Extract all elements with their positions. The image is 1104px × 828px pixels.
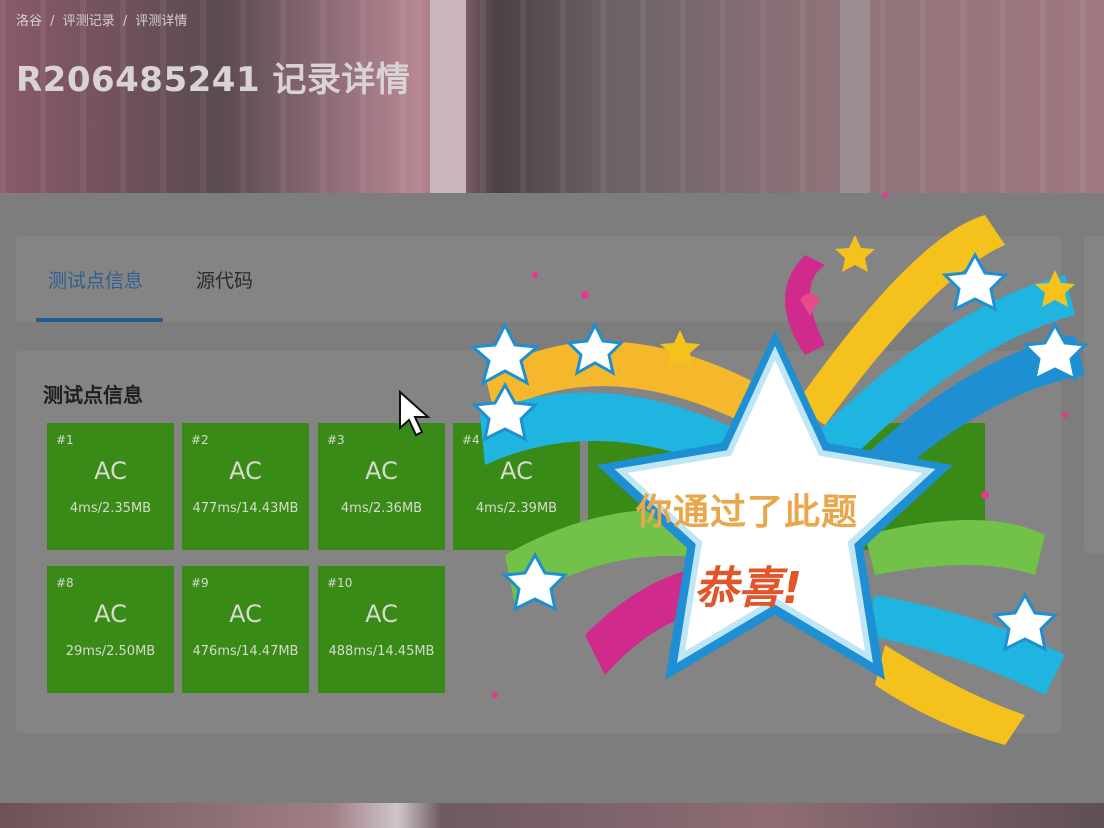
active-tab-indicator — [36, 318, 163, 322]
test-tile[interactable]: #8 AC 29ms/2.50MB — [47, 566, 174, 693]
test-usage: 29ms/2.50MB — [65, 644, 156, 659]
page-title: R206485241 记录详情 — [16, 60, 411, 100]
test-status: AC — [365, 457, 398, 485]
celebration-line2: 恭喜! — [694, 563, 803, 614]
tab-source-code[interactable]: 源代码 — [196, 266, 253, 293]
test-index: #10 — [327, 576, 353, 590]
breadcrumb: 洛谷 / 评测记录 / 评测详情 — [16, 10, 191, 29]
celebration-line1: 你通过了此题 — [636, 492, 859, 533]
test-status: AC — [229, 457, 262, 485]
test-tile[interactable]: #9 AC 476ms/14.47MB — [182, 566, 309, 693]
banner-light-stripe — [430, 0, 466, 193]
test-index: #3 — [327, 433, 345, 447]
test-status: AC — [229, 600, 262, 628]
test-status: AC — [365, 600, 398, 628]
test-tile[interactable]: #2 AC 477ms/14.43MB — [182, 423, 309, 550]
banner-light-stripe-2 — [840, 0, 870, 193]
test-index: #8 — [56, 576, 74, 590]
mouse-cursor-icon — [398, 389, 434, 442]
test-usage: 4ms/2.35MB — [69, 501, 152, 516]
breadcrumb-detail: 评测详情 — [135, 14, 188, 29]
breadcrumb-luogu[interactable]: 洛谷 — [16, 14, 42, 29]
test-status: AC — [94, 600, 127, 628]
footer-banner-strip — [0, 803, 1104, 828]
test-tile[interactable]: #3 AC 4ms/2.36MB — [318, 423, 445, 550]
test-status: AC — [94, 457, 127, 485]
test-tile[interactable]: #1 AC 4ms/2.35MB — [47, 423, 174, 550]
test-usage: 476ms/14.47MB — [192, 644, 299, 659]
breadcrumb-records[interactable]: 评测记录 — [63, 14, 115, 29]
test-usage: 477ms/14.43MB — [192, 501, 299, 516]
test-usage: 4ms/2.36MB — [340, 501, 423, 516]
test-usage: 488ms/14.45MB — [328, 644, 435, 659]
celebration-overlay[interactable] — [465, 175, 1104, 755]
section-title: 测试点信息 — [43, 383, 143, 407]
breadcrumb-sep: / — [122, 14, 128, 29]
test-tile[interactable]: #10 AC 488ms/14.45MB — [318, 566, 445, 693]
celebration-star-graphic — [469, 192, 1089, 745]
breadcrumb-sep: / — [50, 14, 55, 29]
test-index: #9 — [191, 576, 209, 590]
tab-test-points[interactable]: 测试点信息 — [48, 266, 143, 293]
test-index: #2 — [191, 433, 209, 447]
test-index: #1 — [56, 433, 74, 447]
